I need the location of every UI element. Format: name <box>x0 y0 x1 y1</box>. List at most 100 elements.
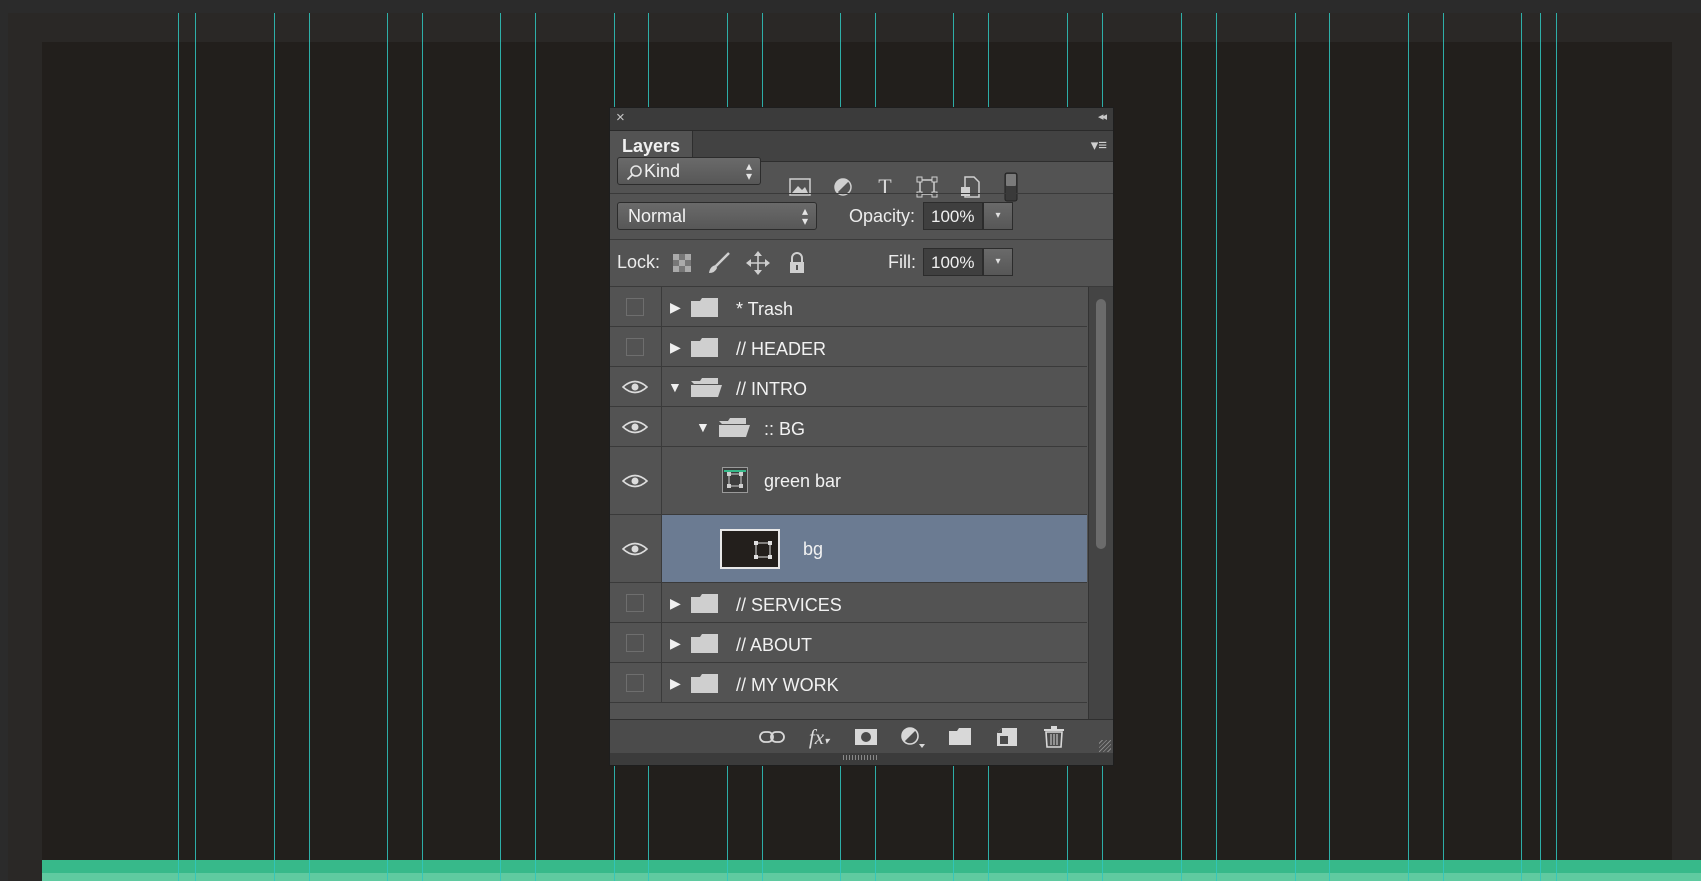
layer-row-trash[interactable]: ▶ * Trash <box>610 287 1087 327</box>
folder-icon <box>691 298 718 317</box>
filter-kind-select[interactable]: Kind ▴ ▾ <box>617 157 761 185</box>
guide-line <box>535 13 536 881</box>
layer-row-green-bar[interactable]: green bar <box>610 447 1087 515</box>
add-mask-icon[interactable] <box>852 726 880 748</box>
fill-label: Fill: <box>888 252 916 272</box>
chevron-updown-icon: ▴ ▾ <box>801 204 808 228</box>
new-group-icon[interactable] <box>946 726 974 748</box>
collapse-panel-icon[interactable]: ◂◂ <box>1098 110 1107 123</box>
guide-line <box>1443 13 1444 881</box>
guide-line <box>309 13 310 881</box>
guide-line <box>422 13 423 881</box>
visibility-toggle[interactable] <box>610 515 662 582</box>
guide-line <box>1556 13 1557 881</box>
layer-row-about[interactable]: ▶ // ABOUT <box>610 623 1087 663</box>
visibility-toggle[interactable] <box>610 623 662 662</box>
expand-triangle-icon[interactable]: ▶ <box>670 675 681 692</box>
adjustment-layer-icon[interactable] <box>899 726 927 748</box>
guide-line <box>1216 13 1217 881</box>
guide-line <box>195 13 196 881</box>
lock-label: Lock: <box>617 252 661 272</box>
layer-thumbnail <box>720 529 780 569</box>
layers-panel: × ◂◂ Layers ▾≡ Kind ▴ ▾ T Normal ▴ ▾ Opaci… <box>609 107 1114 766</box>
blend-mode-value: Normal <box>628 206 687 226</box>
brush-icon[interactable] <box>706 250 732 276</box>
eye-icon <box>622 542 648 556</box>
opacity-dropdown-button[interactable]: ▾ <box>983 202 1013 230</box>
blend-mode-select[interactable]: Normal ▴ ▾ <box>617 202 817 230</box>
visibility-toggle[interactable] <box>610 447 662 514</box>
guide-line <box>387 13 388 881</box>
layer-name: // INTRO <box>736 379 807 399</box>
pixel-layer-filter-icon[interactable] <box>788 175 812 199</box>
collapse-triangle-icon[interactable]: ▼ <box>668 379 682 395</box>
guide-line <box>178 13 179 881</box>
open-folder-icon <box>691 378 722 397</box>
layer-row-bg[interactable]: bg <box>610 515 1087 583</box>
fx-icon[interactable]: fx▾ <box>805 726 833 748</box>
layer-row-services[interactable]: ▶ // SERVICES <box>610 583 1087 623</box>
folder-icon <box>691 594 718 613</box>
collapse-triangle-icon[interactable]: ▼ <box>696 419 710 435</box>
new-layer-icon[interactable] <box>993 726 1021 748</box>
tab-layers-label: Layers <box>622 136 681 156</box>
visibility-empty-box <box>626 298 644 316</box>
visibility-toggle[interactable] <box>610 287 662 326</box>
visibility-toggle[interactable] <box>610 407 662 446</box>
expand-triangle-icon[interactable]: ▶ <box>670 339 681 356</box>
artwork-green-bar-highlight <box>42 873 1701 881</box>
visibility-toggle[interactable] <box>610 583 662 622</box>
panel-titlebar[interactable]: × ◂◂ <box>610 108 1113 131</box>
fill-input[interactable]: 100% <box>923 248 983 276</box>
close-icon[interactable]: × <box>616 109 625 126</box>
visibility-empty-box <box>626 594 644 612</box>
chevron-updown-icon: ▴ ▾ <box>745 159 752 183</box>
panel-bottom-grip[interactable] <box>610 753 1113 765</box>
expand-triangle-icon[interactable]: ▶ <box>670 299 681 316</box>
move-icon[interactable] <box>745 250 771 276</box>
guide-line <box>1408 13 1409 881</box>
layer-row-intro[interactable]: ▼ // INTRO <box>610 367 1087 407</box>
delete-layer-icon[interactable] <box>1040 726 1068 748</box>
scrollbar-thumb[interactable] <box>1096 299 1106 549</box>
layer-name: // MY WORK <box>736 675 839 695</box>
filter-toggle-icon[interactable] <box>999 172 1023 202</box>
lock-transparency-icon[interactable] <box>669 250 695 276</box>
adjustment-layer-filter-icon[interactable] <box>831 175 855 199</box>
smart-object-filter-icon[interactable] <box>958 175 982 199</box>
layer-name: :: BG <box>764 419 806 439</box>
resize-grip-icon[interactable] <box>1099 740 1111 752</box>
guide-line <box>1295 13 1296 881</box>
layer-name: // SERVICES <box>736 595 842 615</box>
visibility-empty-box <box>626 674 644 692</box>
expand-triangle-icon[interactable]: ▶ <box>670 595 681 612</box>
folder-icon <box>691 634 718 653</box>
layer-name: * Trash <box>736 299 794 319</box>
opacity-label: Opacity: <box>849 206 916 226</box>
guide-line <box>274 13 275 881</box>
visibility-empty-box <box>626 338 644 356</box>
visibility-toggle[interactable] <box>610 663 662 702</box>
layer-row-bg-group[interactable]: ▼ :: BG <box>610 407 1087 447</box>
visibility-toggle[interactable] <box>610 327 662 366</box>
guide-line <box>1521 13 1522 881</box>
expand-triangle-icon[interactable]: ▶ <box>670 635 681 652</box>
eye-icon <box>622 380 648 394</box>
layer-row-header[interactable]: ▶ // HEADER <box>610 327 1087 367</box>
link-layers-icon[interactable] <box>758 726 786 748</box>
layer-row-my-work[interactable]: ▶ // MY WORK <box>610 663 1087 703</box>
layer-name: green bar <box>764 471 842 491</box>
visibility-toggle[interactable] <box>610 367 662 406</box>
folder-icon <box>691 674 718 693</box>
opacity-input[interactable]: 100% <box>923 202 983 230</box>
type-layer-filter-icon[interactable]: T <box>873 175 897 199</box>
layer-name: // ABOUT <box>736 635 813 655</box>
panel-menu-icon[interactable]: ▾≡ <box>1091 136 1107 154</box>
eye-icon <box>622 474 648 488</box>
shape-layer-filter-icon[interactable] <box>915 175 939 199</box>
lock-icon[interactable] <box>784 250 810 276</box>
panel-footer: fx▾ <box>610 719 1113 754</box>
visibility-empty-box <box>626 634 644 652</box>
layers-scrollbar[interactable] <box>1088 287 1113 719</box>
fill-dropdown-button[interactable]: ▾ <box>983 248 1013 276</box>
